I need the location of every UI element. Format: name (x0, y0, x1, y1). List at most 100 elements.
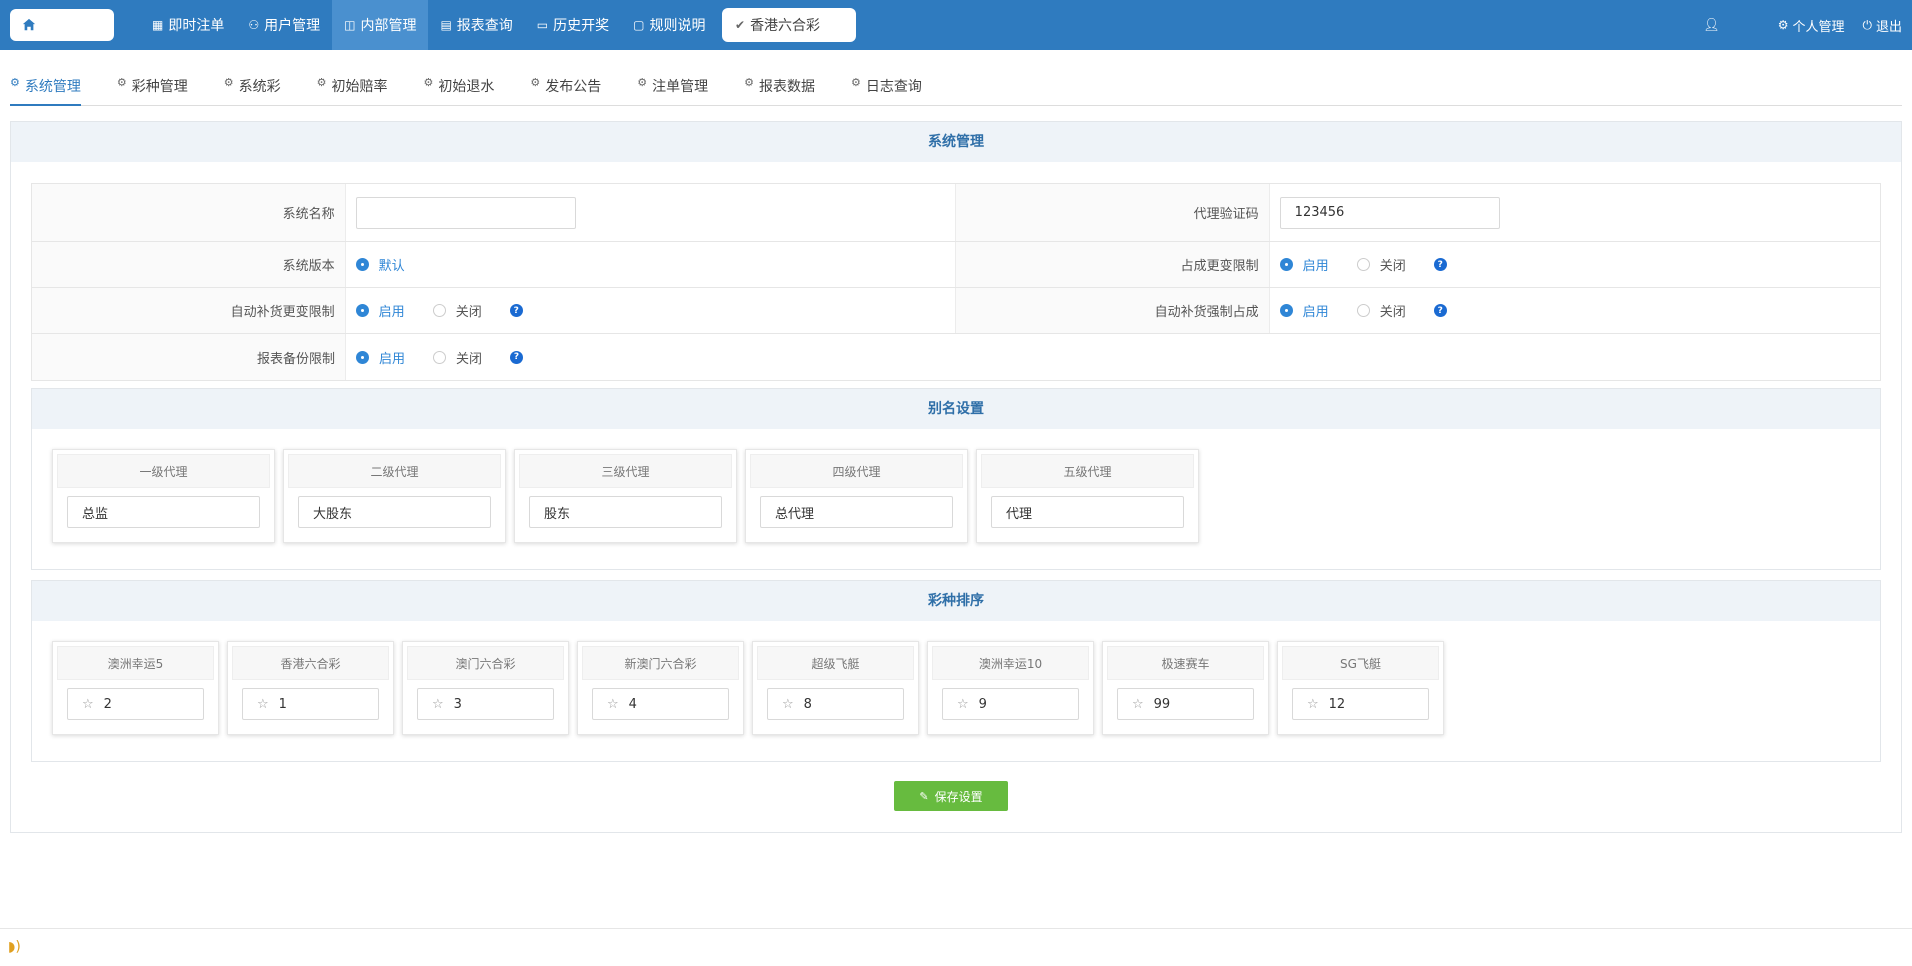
alias-input[interactable]: 代理 (991, 496, 1184, 528)
backup-limit-on-radio[interactable]: 启用 (356, 348, 405, 367)
sort-input[interactable]: ☆ 8 (767, 688, 904, 720)
field-label: 报表备份限制 (32, 334, 346, 380)
grid-icon: ▦ (152, 18, 164, 32)
tab-system-lottery[interactable]: ⚙ 系统彩 (224, 76, 281, 106)
sub-tabs: ⚙ 系统管理 ⚙ 彩种管理 ⚙ 系统彩 ⚙ 初始赔率 ⚙ 初始退水 ⚙ 发布公告 ⚙ 注单管理… (10, 76, 1902, 106)
auto-limit-off-radio[interactable]: 关闭 (432, 301, 482, 320)
radio-dot (1279, 258, 1293, 271)
share-limit-on-radio[interactable]: 启用 (1279, 255, 1329, 274)
nav-label: 规则说明 (649, 18, 706, 34)
tab-logs[interactable]: ⚙ 日志查询 (851, 76, 922, 106)
profile-link[interactable]: ⚙ 个人管理 (1778, 16, 1845, 35)
help-icon[interactable]: ? (509, 304, 523, 317)
nav-item-reports[interactable]: ▤ 报表查询 (428, 0, 524, 50)
alias-input[interactable]: 大股东 (298, 496, 491, 528)
gear-icon: ⚙ (1777, 18, 1789, 32)
sort-input[interactable]: ☆ 1 (242, 688, 379, 720)
agent-code-input[interactable]: 123456 (1279, 196, 1500, 229)
form-row: 系统版本 默认 占成更变限制 启用 关闭 ? (32, 242, 1880, 288)
nav-item-live-bets[interactable]: ▦ 即时注单 (140, 0, 236, 50)
radio-dot (355, 304, 369, 317)
form-row: 报表备份限制 启用 关闭 ? (32, 334, 1880, 380)
nav-label: 用户管理 (264, 18, 321, 34)
alias-input[interactable]: 股东 (529, 496, 722, 528)
star-icon: ☆ (957, 696, 969, 712)
game-label: 香港六合彩 (750, 18, 821, 34)
sort-input[interactable]: ☆ 4 (592, 688, 729, 720)
alias-card: 五级代理 代理 (976, 449, 1199, 543)
lottery-name: 极速赛车 (1107, 646, 1264, 680)
card-body: 代理 (981, 488, 1194, 528)
help-icon[interactable]: ? (1433, 304, 1447, 317)
logout-link[interactable]: ⏻ 退出 (1862, 16, 1902, 35)
radio-label: 关闭 (1379, 305, 1406, 320)
alias-input[interactable]: 总监 (67, 496, 260, 528)
nav-item-history[interactable]: ▭ 历史开奖 (525, 0, 621, 50)
home-button[interactable] (10, 9, 114, 41)
book-icon: ◫ (344, 18, 356, 32)
game-selector[interactable]: ✔ 香港六合彩 (722, 8, 856, 42)
check-circle-icon: ✔ (735, 18, 746, 32)
gear-icon: ⚙ (316, 76, 327, 89)
tab-initial-rebate[interactable]: ⚙ 初始退水 (424, 76, 495, 106)
tab-bets[interactable]: ⚙ 注单管理 (637, 76, 708, 106)
sound-icon[interactable]: ◗) (8, 939, 21, 955)
help-icon[interactable]: ? (1433, 258, 1447, 271)
sort-card: 香港六合彩 ☆ 1 (227, 641, 394, 735)
report-icon: ▤ (440, 18, 452, 32)
sort-input[interactable]: ☆ 99 (1117, 688, 1254, 720)
sort-section: 彩种排序 澳洲幸运5 ☆ 2 香港六合彩 ☆ 1 澳门六合彩 ☆ 3 新澳门六合彩 ☆… (31, 580, 1881, 762)
card-body: ☆ 4 (582, 680, 739, 720)
tab-announcement[interactable]: ⚙ 发布公告 (530, 76, 601, 106)
sort-input[interactable]: ☆ 9 (942, 688, 1079, 720)
sort-card: 澳洲幸运10 ☆ 9 (927, 641, 1094, 735)
tab-initial-odds[interactable]: ⚙ 初始赔率 (317, 76, 388, 106)
tab-label: 初始退水 (438, 79, 495, 95)
tab-system[interactable]: ⚙ 系统管理 (10, 76, 81, 106)
alias-level-label: 三级代理 (519, 454, 732, 488)
alias-card: 四级代理 总代理 (745, 449, 968, 543)
help-icon[interactable]: ? (510, 350, 524, 364)
sort-value: 8 (803, 696, 812, 712)
auto-force-on-radio[interactable]: 启用 (1279, 301, 1329, 320)
sort-input[interactable]: ☆ 2 (67, 688, 204, 720)
radio-label: 关闭 (455, 305, 482, 320)
monitor-icon: ▭ (536, 18, 549, 32)
radio-label: 启用 (1302, 305, 1329, 320)
tab-label: 系统管理 (24, 79, 81, 95)
radio-dot (432, 304, 446, 317)
lottery-name: 超级飞艇 (757, 646, 914, 680)
card-body: ☆ 3 (407, 680, 564, 720)
sort-input[interactable]: ☆ 3 (417, 688, 554, 720)
alias-level-label: 二级代理 (288, 454, 501, 488)
form-row: 系统名称 代理验证码 123456 (32, 184, 1880, 242)
sort-input[interactable]: ☆ 12 (1292, 688, 1429, 720)
save-button[interactable]: ✎ 保存设置 (894, 781, 1008, 811)
nav-item-users[interactable]: ⚇ 用户管理 (236, 0, 332, 50)
share-limit-off-radio[interactable]: 关闭 (1356, 255, 1406, 274)
tab-label: 发布公告 (545, 79, 602, 95)
field-label: 自动补货强制占成 (956, 288, 1270, 333)
user-avatar-icon[interactable]: 👤︎ (1703, 18, 1720, 33)
backup-limit-off-radio[interactable]: 关闭 (433, 348, 482, 367)
top-navbar: ▦ 即时注单 ⚇ 用户管理 ◫ 内部管理 ▤ 报表查询 ▭ 历史开奖 ▢ 规则说明 ✔ 香港六… (0, 0, 1912, 50)
system-panel: 系统管理 系统名称 代理验证码 123456 系统版本 默认 占成更变限制 启用… (10, 121, 1902, 833)
version-default-radio[interactable]: 默认 (355, 255, 405, 274)
tab-report-data[interactable]: ⚙ 报表数据 (744, 76, 815, 106)
sort-value: 1 (278, 696, 287, 712)
auto-force-off-radio[interactable]: 关闭 (1356, 301, 1406, 320)
system-name-input[interactable] (355, 196, 576, 229)
radio-dot (433, 350, 447, 364)
auto-limit-on-radio[interactable]: 启用 (355, 301, 405, 320)
sort-card: 澳门六合彩 ☆ 3 (402, 641, 569, 735)
nav-item-rules[interactable]: ▢ 规则说明 (621, 0, 717, 50)
tab-lottery[interactable]: ⚙ 彩种管理 (117, 76, 188, 106)
alias-input[interactable]: 总代理 (760, 496, 953, 528)
tab-label: 注单管理 (652, 79, 709, 95)
user-menu: 👤︎ ⚙ 个人管理 ⏻ 退出 (1685, 0, 1902, 50)
form-row: 自动补货更变限制 启用 关闭 ? 自动补货强制占成 启用 关闭 ? (32, 288, 1880, 334)
field-label: 代理验证码 (956, 184, 1270, 241)
profile-label: 个人管理 (1792, 19, 1845, 35)
nav-item-internal[interactable]: ◫ 内部管理 (332, 0, 429, 50)
sort-value: 3 (453, 696, 462, 712)
